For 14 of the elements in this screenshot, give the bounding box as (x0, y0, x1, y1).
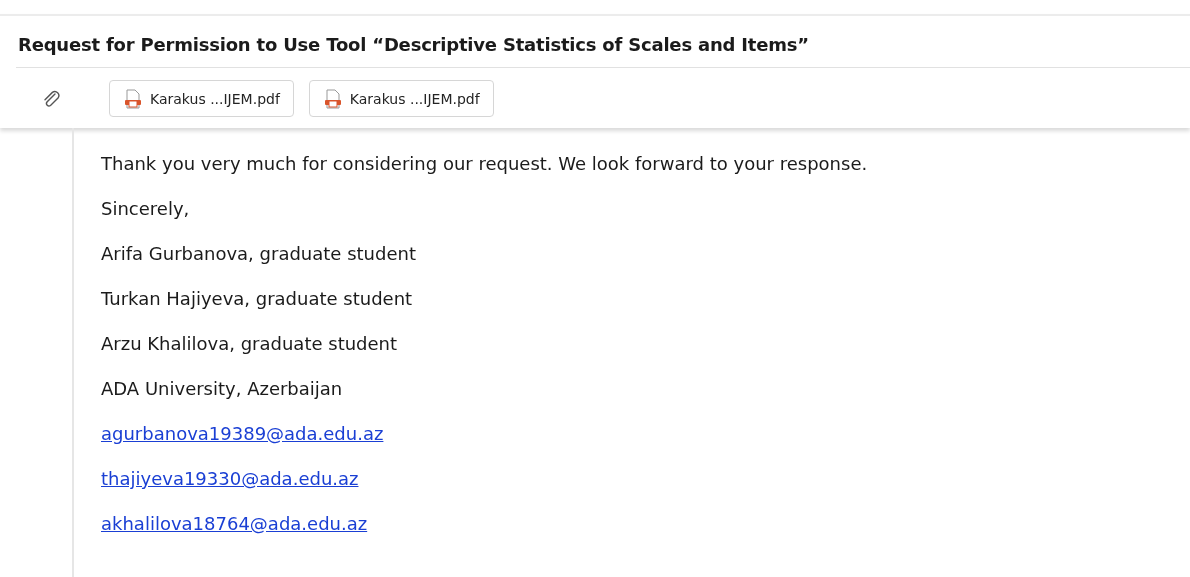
attachment-chip[interactable]: Karakus ...IJEM.pdf (308, 80, 494, 117)
body-text: Turkan Hajiyeva, graduate student (101, 287, 414, 311)
pdf-file-icon (124, 88, 142, 109)
email-subject: Request for Permission to Use Tool “Descriptive Statistics of Scales and Items” (16, 16, 1190, 68)
body-text: Arzu Khalilova, graduate student (101, 332, 399, 356)
pdf-file-icon (323, 88, 342, 109)
attachment-chip[interactable]: Karakus ...IJEM.pdf (109, 80, 294, 117)
email-link[interactable]: akhalilova18764@ada.edu.az (101, 513, 368, 534)
email-link[interactable]: thajiyeva19330@ada.edu.az (101, 468, 359, 489)
body-text: Arifa Gurbanova, graduate student (101, 242, 417, 266)
email-link[interactable]: agurbanova19389@ada.edu.az (101, 423, 384, 444)
body-text: Sincerely, (101, 197, 191, 221)
body-text: ADA University, Azerbaijan (101, 377, 344, 401)
body-text: Thank you very much for considering our request. We look forward to your response. (101, 152, 869, 176)
